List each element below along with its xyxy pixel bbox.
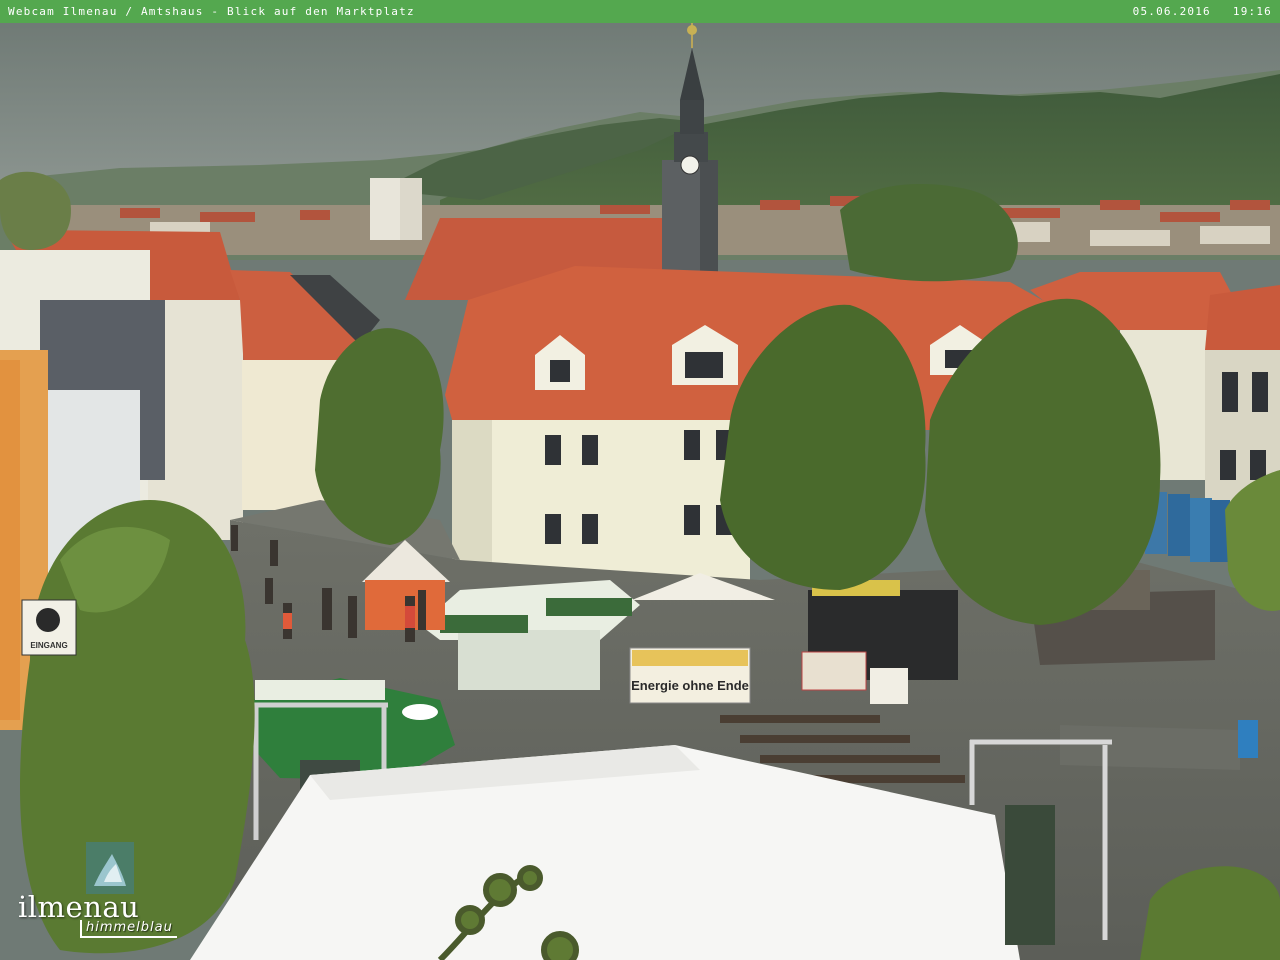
- kiosk: [458, 630, 600, 690]
- entrance-sign: EINGANG: [21, 599, 77, 656]
- webcam-image: Energie ohne Ende EINGANG: [0, 0, 1280, 960]
- webcam-time: 19:16: [1232, 5, 1272, 18]
- banner-right-1: [801, 651, 867, 691]
- webcam-timestamp: 05.06.2016 19:16: [1133, 0, 1272, 23]
- entrance-sign-text: EINGANG: [30, 641, 67, 650]
- logo-name: ilmenau: [18, 890, 140, 924]
- webcam-date: 05.06.2016: [1132, 5, 1211, 18]
- ilmenau-logo: ilmenau himmelblau: [18, 842, 193, 942]
- energy-banner-text: Energie ohne Ende: [631, 678, 749, 693]
- logo-mark-icon: [86, 842, 134, 894]
- church-clock: [680, 155, 700, 175]
- webcam-title: Webcam Ilmenau / Amtshaus - Blick auf de…: [8, 5, 415, 18]
- webcam-caption-bar: Webcam Ilmenau / Amtshaus - Blick auf de…: [0, 0, 1280, 23]
- logo-tagline: himmelblau: [80, 920, 177, 938]
